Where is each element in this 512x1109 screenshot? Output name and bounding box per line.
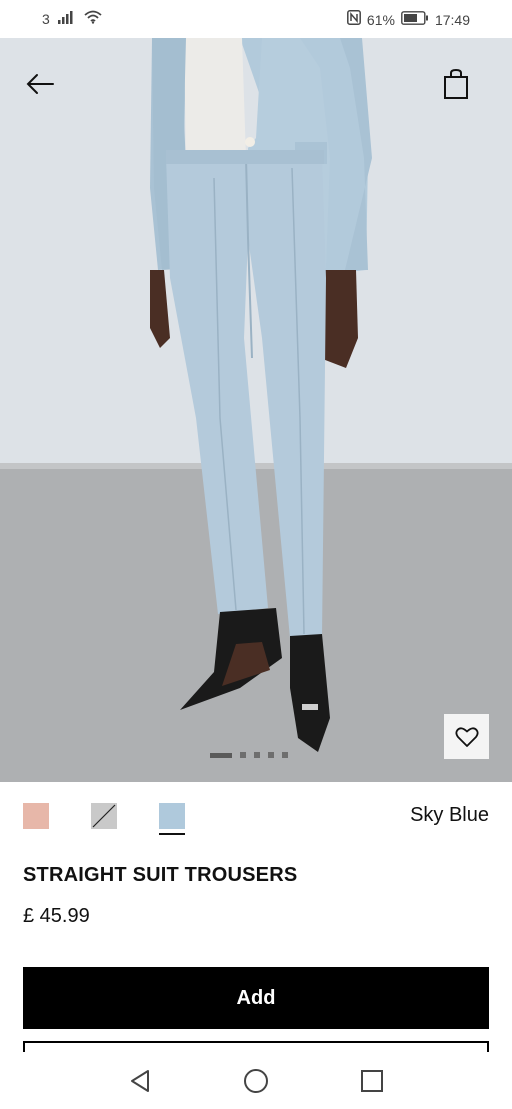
nav-recents-button[interactable]	[358, 1067, 386, 1095]
home-circle-icon	[244, 1068, 268, 1093]
back-triangle-icon	[131, 1069, 149, 1092]
color-swatch-grey[interactable]	[91, 803, 117, 829]
carousel-dot[interactable]	[254, 752, 260, 758]
arrow-left-icon	[26, 74, 54, 94]
nfc-icon	[346, 10, 361, 29]
system-nav-bar	[0, 1052, 512, 1109]
nav-home-button[interactable]	[242, 1067, 270, 1095]
carousel-dot[interactable]	[282, 752, 288, 758]
status-left: 3	[42, 10, 102, 28]
shopping-bag-button[interactable]	[438, 66, 474, 102]
product-photo	[0, 38, 512, 782]
carousel-dot-active[interactable]	[210, 752, 232, 758]
product-price: £ 45.99	[23, 905, 90, 927]
battery-icon	[401, 10, 429, 29]
carousel-dot[interactable]	[240, 752, 246, 758]
status-right: 61% 17:49	[346, 10, 470, 29]
color-swatch-sky-blue[interactable]	[159, 803, 185, 829]
heart-icon	[454, 726, 479, 747]
signal-icon	[57, 10, 76, 28]
carousel-indicator	[210, 752, 288, 758]
clock: 17:49	[434, 11, 470, 28]
add-to-bag-button[interactable]: Add	[23, 967, 489, 1029]
status-bar: 3 61% 17:49	[0, 0, 512, 38]
shopping-bag-icon	[444, 69, 468, 99]
wifi-icon	[84, 10, 102, 28]
carousel-dot[interactable]	[268, 752, 274, 758]
selected-swatch-indicator	[159, 833, 185, 835]
color-swatch-pink[interactable]	[23, 803, 49, 829]
product-title: STRAIGHT SUIT TROUSERS	[23, 864, 298, 886]
nav-back-button[interactable]	[126, 1067, 154, 1095]
back-button[interactable]	[22, 68, 58, 100]
battery-percent: 61%	[366, 11, 395, 28]
unavailable-slash-icon	[92, 804, 116, 828]
selected-color-name: Sky Blue	[410, 804, 489, 826]
sim-label: 3	[42, 11, 50, 27]
product-image-gallery[interactable]	[0, 38, 512, 782]
favourite-button[interactable]	[444, 714, 489, 759]
recents-square-icon	[361, 1069, 383, 1092]
